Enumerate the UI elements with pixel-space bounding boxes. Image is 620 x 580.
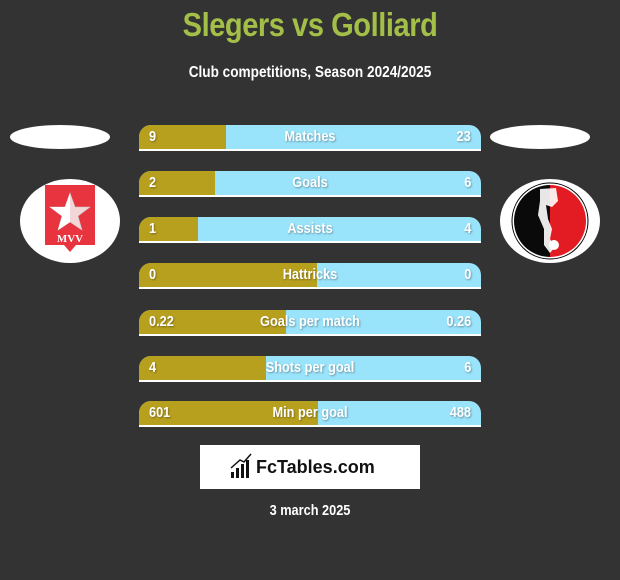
right-value: 0.26 (446, 313, 471, 330)
stat-bar-assists: 1 Assists 4 (139, 217, 481, 243)
fctables-brand[interactable]: FcTables.com (200, 445, 420, 489)
star-shield-icon: MVV (45, 185, 95, 252)
stat-bar-goals-per-match: 0.22 Goals per match 0.26 (139, 310, 481, 336)
left-logo-text: MVV (57, 233, 83, 245)
page-title: Slegers vs Golliard (182, 6, 438, 43)
stat-label: Min per goal (272, 404, 348, 421)
left-value: 9 (149, 128, 157, 145)
stat-label: Assists (287, 220, 333, 237)
right-value: 0 (463, 266, 471, 283)
left-value: 4 (149, 359, 157, 376)
bar-chart-icon (230, 453, 252, 478)
left-value: 1 (149, 220, 157, 237)
stat-label: Shots per goal (265, 359, 355, 376)
stat-label: Goals (292, 174, 328, 191)
left-value: 0 (149, 266, 157, 283)
stat-label: Goals per match (260, 313, 360, 330)
right-value: 6 (463, 174, 471, 191)
stat-bar-min-per-goal: 601 Min per goal 488 (139, 401, 481, 427)
stat-bar-shots-per-goal: 4 Shots per goal 6 (139, 356, 481, 382)
left-player-badge (10, 125, 110, 149)
brand-name: FcTables.com (256, 457, 375, 477)
right-team-logo[interactable] (500, 179, 600, 263)
right-value: 488 (449, 404, 471, 421)
stat-bar-hattricks: 0 Hattricks 0 (139, 263, 481, 289)
stat-label: Hattricks (282, 266, 338, 283)
stat-bar-goals: 2 Goals 6 (139, 171, 481, 197)
match-date: 3 march 2025 (269, 502, 351, 519)
stat-bar-matches: 9 Matches 23 (139, 125, 481, 151)
right-value: 6 (463, 359, 471, 376)
left-team-logo[interactable]: MVV (20, 179, 120, 263)
stat-label: Matches (284, 128, 336, 145)
right-value: 23 (456, 128, 471, 145)
right-value: 4 (463, 220, 471, 237)
fist-crest-icon (511, 182, 589, 260)
competition-subtitle: Club competitions, Season 2024/2025 (188, 64, 432, 81)
left-value: 2 (149, 174, 157, 191)
right-player-badge (490, 125, 590, 149)
